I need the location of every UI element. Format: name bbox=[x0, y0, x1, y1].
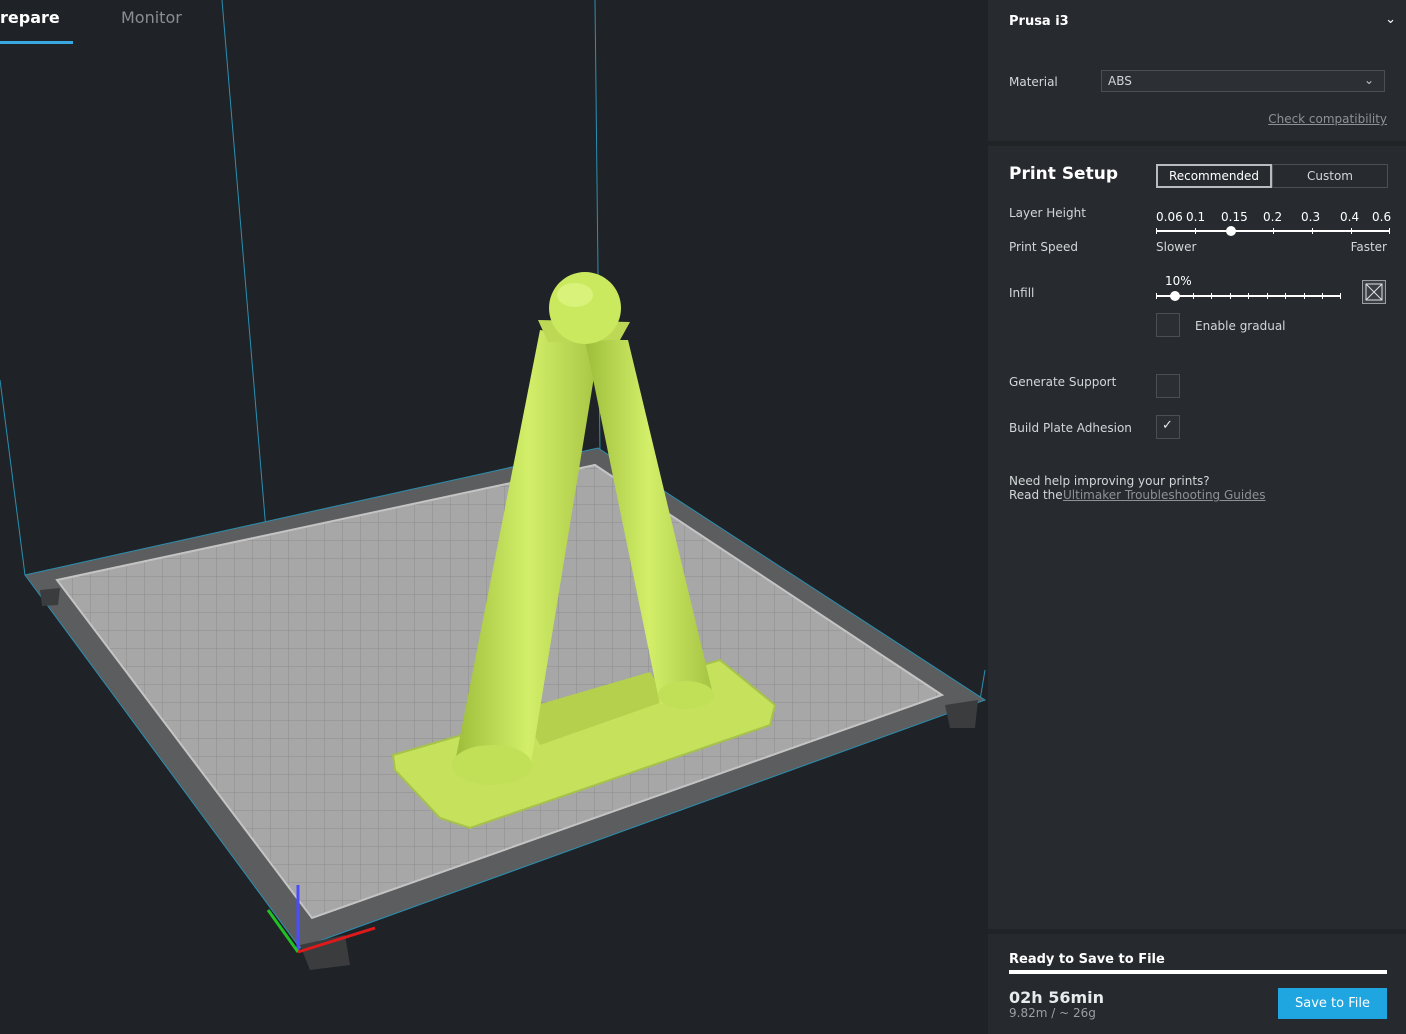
layer-height-tick: 0.2 bbox=[1263, 210, 1283, 224]
help-text-prefix: Read the bbox=[1009, 488, 1063, 502]
printer-panel: Prusa i3 ⌄ Material ABS ⌄ Check compatib… bbox=[988, 0, 1406, 141]
material-label: Material bbox=[1009, 75, 1058, 89]
troubleshooting-guides-link[interactable]: Ultimaker Troubleshooting Guides bbox=[1063, 488, 1265, 502]
checkmark-icon: ✓ bbox=[1162, 418, 1173, 433]
output-panel: Ready to Save to File 02h 56min 9.82m / … bbox=[988, 934, 1406, 1034]
output-status: Ready to Save to File bbox=[1009, 952, 1165, 967]
infill-thumb[interactable] bbox=[1170, 291, 1180, 301]
build-plate-adhesion-checkbox[interactable]: ✓ bbox=[1156, 415, 1180, 439]
slice-progress-fill bbox=[1009, 970, 1387, 974]
build-plate-adhesion-label: Build Plate Adhesion bbox=[1009, 421, 1132, 435]
tab-monitor[interactable]: Monitor bbox=[121, 8, 182, 27]
model-ball bbox=[549, 272, 621, 344]
infill-pattern-icon bbox=[1362, 280, 1386, 304]
active-tab-indicator bbox=[0, 41, 73, 44]
material-usage: 9.82m / ~ 26g bbox=[1009, 1006, 1096, 1020]
generate-support-checkbox[interactable] bbox=[1156, 374, 1180, 398]
tab-prepare[interactable]: repare bbox=[0, 8, 60, 27]
3d-viewport[interactable]: repare Monitor bbox=[0, 0, 988, 1034]
infill-label: Infill bbox=[1009, 286, 1035, 300]
speed-faster-label: Faster bbox=[1350, 240, 1387, 254]
speed-slower-label: Slower bbox=[1156, 240, 1197, 254]
printer-selector[interactable]: Prusa i3 bbox=[1009, 14, 1069, 29]
print-speed-label: Print Speed bbox=[1009, 240, 1079, 254]
check-compatibility-link[interactable]: Check compatibility bbox=[1268, 112, 1387, 126]
print-setup-panel: Print Setup Recommended Custom Layer Hei… bbox=[988, 146, 1406, 929]
layer-height-thumb[interactable] bbox=[1226, 226, 1236, 236]
scene-render bbox=[0, 0, 987, 970]
save-to-file-button[interactable]: Save to File bbox=[1278, 988, 1387, 1019]
slice-progress-bar bbox=[1009, 970, 1387, 974]
material-value: ABS bbox=[1108, 74, 1132, 88]
stage-tabs: repare Monitor bbox=[0, 0, 260, 44]
print-time: 02h 56min bbox=[1009, 988, 1105, 1007]
material-select[interactable]: ABS ⌄ bbox=[1101, 70, 1385, 92]
print-setup-title: Print Setup bbox=[1009, 164, 1118, 184]
mode-custom-button[interactable]: Custom bbox=[1272, 164, 1388, 188]
help-text: Need help improving your prints? bbox=[1009, 474, 1210, 488]
mode-recommended-button[interactable]: Recommended bbox=[1156, 164, 1272, 188]
layer-height-tick: 0.6 bbox=[1372, 210, 1392, 224]
infill-value: 10% bbox=[1165, 274, 1192, 288]
enable-gradual-checkbox[interactable] bbox=[1156, 313, 1180, 337]
layer-height-tick: 0.4 bbox=[1340, 210, 1360, 224]
layer-height-label: Layer Height bbox=[1009, 206, 1086, 220]
layer-height-tick: 0.1 bbox=[1186, 210, 1206, 224]
generate-support-label: Generate Support bbox=[1009, 375, 1117, 389]
layer-height-tick: 0.3 bbox=[1301, 210, 1321, 224]
chevron-down-icon[interactable]: ⌄ bbox=[1385, 12, 1396, 27]
layer-height-tick: 0.15 bbox=[1221, 210, 1248, 224]
layer-height-tick: 0.06 bbox=[1156, 210, 1183, 224]
enable-gradual-label: Enable gradual bbox=[1195, 319, 1286, 333]
chevron-down-icon: ⌄ bbox=[1363, 73, 1374, 87]
